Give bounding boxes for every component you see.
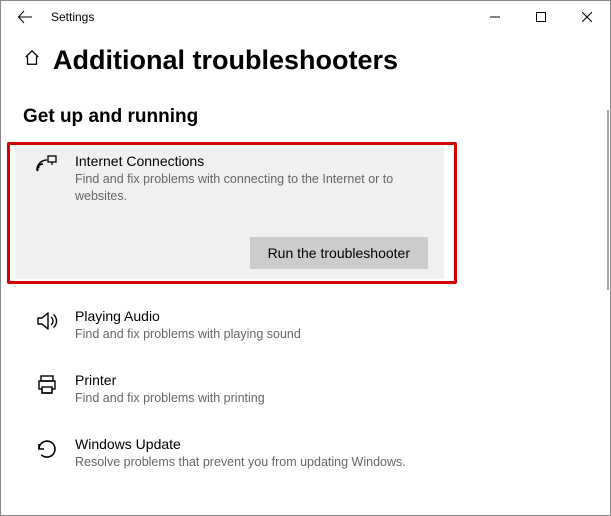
window-title: Settings: [45, 10, 94, 24]
close-icon: [582, 12, 592, 22]
item-title: Printer: [75, 371, 578, 389]
maximize-button[interactable]: [518, 1, 564, 33]
troubleshooter-internet-connections[interactable]: Internet Connections Find and fix proble…: [15, 142, 444, 279]
home-icon[interactable]: [23, 49, 41, 72]
item-description: Find and fix problems with connecting to…: [75, 171, 428, 205]
back-button[interactable]: [5, 1, 45, 33]
printer-icon: [33, 371, 61, 407]
item-title: Internet Connections: [75, 152, 428, 170]
troubleshooter-playing-audio[interactable]: Playing Audio Find and fix problems with…: [15, 297, 594, 353]
titlebar: Settings: [1, 1, 610, 33]
item-description: Resolve problems that prevent you from u…: [75, 454, 578, 471]
speaker-icon: [33, 307, 61, 343]
troubleshooter-windows-update[interactable]: Windows Update Resolve problems that pre…: [15, 425, 594, 481]
scrollbar[interactable]: [607, 110, 609, 290]
close-button[interactable]: [564, 1, 610, 33]
maximize-icon: [536, 12, 546, 22]
item-title: Playing Audio: [75, 307, 578, 325]
troubleshooter-printer[interactable]: Printer Find and fix problems with print…: [15, 361, 594, 417]
section-heading: Get up and running: [23, 106, 610, 128]
item-description: Find and fix problems with playing sound: [75, 326, 578, 343]
update-icon: [33, 435, 61, 471]
item-description: Find and fix problems with printing: [75, 390, 578, 407]
minimize-button[interactable]: [472, 1, 518, 33]
run-troubleshooter-button[interactable]: Run the troubleshooter: [250, 237, 428, 269]
arrow-left-icon: [17, 9, 33, 25]
item-title: Windows Update: [75, 435, 578, 453]
troubleshooter-list: Internet Connections Find and fix proble…: [1, 142, 610, 481]
wifi-icon: [33, 152, 61, 205]
page-header: Additional troubleshooters: [1, 33, 610, 84]
minimize-icon: [490, 12, 500, 22]
page-title: Additional troubleshooters: [53, 45, 398, 76]
